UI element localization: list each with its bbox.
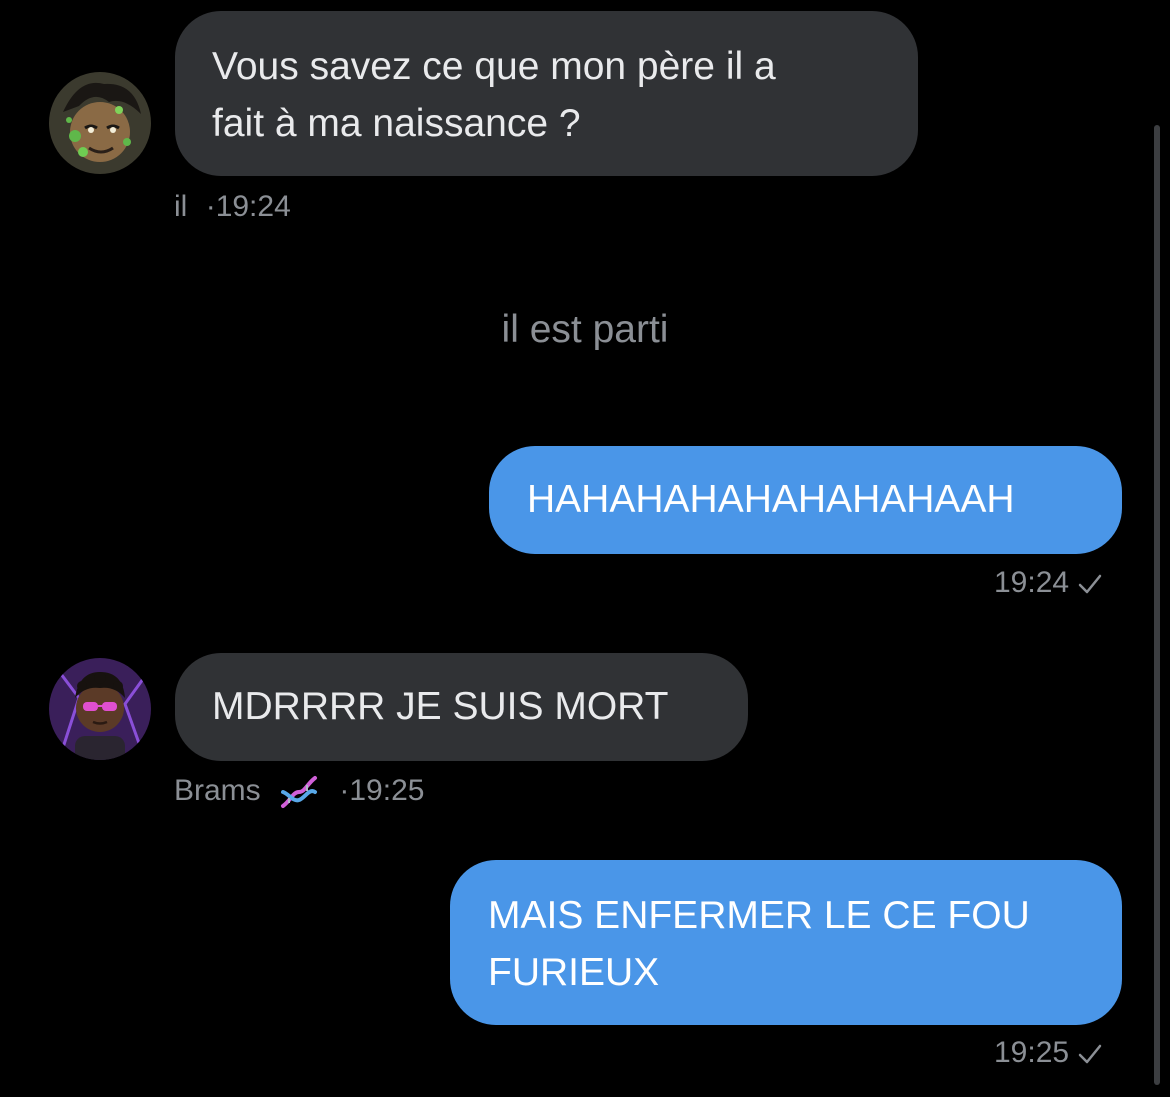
anime-avatar-purple-icon bbox=[49, 658, 151, 760]
message-time: 19:25 bbox=[349, 774, 425, 807]
system-message: il est parti bbox=[0, 308, 1170, 352]
message-meta: 19:24 bbox=[994, 566, 1103, 600]
message-meta: il ·19:24 bbox=[174, 190, 291, 224]
message-text: MAIS ENFERMER LE CE FOU FURIEUX bbox=[488, 894, 1030, 994]
sender-name[interactable]: Brams bbox=[174, 774, 261, 807]
message-time: 19:25 bbox=[994, 1036, 1070, 1069]
meta-separator: · bbox=[339, 774, 350, 807]
message-bubble[interactable]: Vous savez ce que mon père il a fait à m… bbox=[175, 11, 918, 176]
message-time: 19:24 bbox=[215, 190, 291, 223]
system-message-text: il est parti bbox=[501, 308, 669, 351]
message-bubble[interactable]: HAHAHAHAHAHAHAHAAH bbox=[489, 446, 1122, 554]
message-meta: 19:25 bbox=[994, 1036, 1103, 1070]
message-text: HAHAHAHAHAHAHAHAAH bbox=[527, 478, 1015, 521]
sender-avatar[interactable] bbox=[49, 72, 151, 174]
dna-icon bbox=[281, 776, 318, 809]
message-text: Vous savez ce que mon père il a fait à m… bbox=[212, 45, 776, 145]
message-bubble[interactable]: MAIS ENFERMER LE CE FOU FURIEUX bbox=[450, 860, 1122, 1025]
sender-avatar[interactable] bbox=[49, 658, 151, 760]
scrollbar[interactable] bbox=[1154, 125, 1160, 1085]
message-meta: Brams ·19:25 bbox=[174, 774, 424, 810]
sender-name[interactable]: il bbox=[174, 190, 187, 223]
message-bubble[interactable]: MDRRRR JE SUIS MORT bbox=[175, 653, 748, 761]
anime-avatar-green-icon bbox=[49, 72, 151, 174]
checkmark-icon bbox=[1078, 1044, 1102, 1064]
checkmark-icon bbox=[1078, 574, 1102, 594]
message-time: 19:24 bbox=[994, 566, 1070, 599]
meta-separator: · bbox=[205, 190, 216, 223]
message-text: MDRRRR JE SUIS MORT bbox=[212, 685, 669, 728]
chat-thread[interactable]: Vous savez ce que mon père il a fait à m… bbox=[0, 0, 1170, 1097]
